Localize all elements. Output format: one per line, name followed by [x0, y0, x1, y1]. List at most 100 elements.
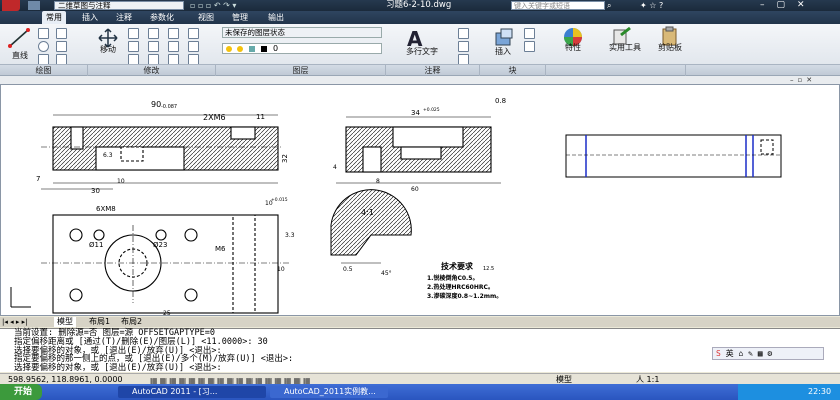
tab-annotate[interactable]: 注释 [112, 11, 136, 24]
ime-bar[interactable]: S 英 ⌂ ✎ ▦ ⚙ [712, 347, 824, 360]
dim-30: 30 [91, 187, 100, 195]
help-icons[interactable]: ✦ ☆ ? [640, 1, 663, 10]
detail-view [330, 189, 412, 264]
dim-6-3: 6.3 [103, 152, 113, 159]
offset-icon[interactable] [188, 41, 199, 52]
autocad-logo-icon[interactable] [2, 0, 20, 11]
dim-11: 11 [256, 113, 265, 121]
status-bar: 598.9562, 118.8961, 0.0000 ▦▦▦▦▦▦▦▦▦▦▦▦▦… [0, 373, 840, 385]
tech-req-1: 1.锐棱倒角C0.5。 [427, 274, 479, 282]
dim-10b-tol: +0.015 [271, 197, 288, 203]
rectangle-icon[interactable] [56, 28, 67, 39]
roughness-0-8: 0.8 [495, 97, 506, 105]
dim-34: 34 [411, 109, 420, 117]
quick-access-toolbar[interactable]: ▫ ▫ ▫ ↶ ↷ ▾ [190, 1, 330, 10]
layer-status-icons [226, 46, 267, 52]
group-draw[interactable]: 绘图 [0, 65, 88, 76]
layout-tabs: |◂ ◂ ▸ ▸| 模型 布局1 布局2 [0, 317, 840, 327]
tab-parametric[interactable]: 参数化 [146, 11, 178, 24]
clipboard-button[interactable]: 剪贴板 [652, 42, 688, 53]
drafting-toggles[interactable]: ▦▦▦▦▦▦▦▦▦▦▦▦▦▦▦▦▦ [150, 375, 360, 385]
dim-2xm6: 2XM6 [203, 113, 226, 122]
circle-icon[interactable] [38, 41, 49, 52]
dim-d11: Ø11 [89, 241, 103, 249]
ime-logo-icon: S [716, 349, 721, 358]
drawing-window-controls[interactable]: –▫✕ [790, 76, 816, 84]
command-line-5: 选择要偏移的对象，或 [退出(E)/放弃(U)] <退出>: [14, 363, 222, 374]
utilities-button[interactable]: 实用工具 [604, 42, 646, 53]
dim-6xm8: 6XM8 [96, 205, 116, 213]
dim-7: 7 [36, 175, 40, 183]
top-view [41, 214, 291, 314]
mirror-icon[interactable] [148, 41, 159, 52]
rotate-icon[interactable] [128, 28, 139, 39]
tab-nav-arrows[interactable]: |◂ ◂ ▸ ▸| [2, 318, 42, 326]
dim-32: 32 [281, 154, 289, 163]
dim-10: 10 [117, 178, 125, 185]
dim-90: 90 [151, 100, 161, 109]
tab-home[interactable]: 常用 [42, 11, 66, 24]
command-window[interactable]: 当前设置: 删除源=否 图层=源 OFFSETGAPTYPE=0 指定偏移距离或… [0, 328, 840, 372]
tab-insert[interactable]: 插入 [78, 11, 102, 24]
insert-button[interactable]: 插入 [488, 46, 518, 57]
dim-3-3: 3.3 [285, 232, 295, 239]
search-icon[interactable]: ⌕ [607, 1, 617, 10]
linear-dim-icon[interactable] [458, 28, 469, 39]
tab-manage[interactable]: 管理 [228, 11, 252, 24]
clock: 22:30 [808, 387, 832, 396]
tech-req-2: 2.热处理HRC60HRC。 [427, 283, 494, 291]
dim-8: 8 [376, 178, 380, 185]
dim-4: 4 [333, 164, 337, 171]
taskbar-item-tutorial[interactable]: AutoCAD_2011实例教... [270, 386, 388, 398]
multiline-text-button[interactable]: 多行文字 [398, 46, 446, 57]
taskbar-item-autocad[interactable]: AutoCAD 2011 - [习... [118, 386, 266, 398]
dim-m6: M6 [215, 245, 226, 253]
properties-button[interactable]: 特性 [558, 42, 588, 53]
polyline-icon[interactable] [38, 28, 49, 39]
line-button[interactable]: 直线 [8, 50, 32, 61]
edit-block-icon[interactable] [524, 41, 535, 52]
start-button[interactable]: 开始 [0, 384, 42, 400]
group-layers[interactable]: 图层 [216, 65, 386, 76]
right-view [565, 134, 782, 178]
dim-0-5: 0.5 [343, 266, 353, 273]
copy-icon[interactable] [128, 41, 139, 52]
title-bar: 二维草图与注释 ▫ ▫ ▫ ↶ ↷ ▾ 习题6-2-10.dwg 键入关键字或短… [0, 0, 840, 11]
create-block-icon[interactable] [524, 28, 535, 39]
tab-view[interactable]: 视图 [194, 11, 218, 24]
fillet-icon[interactable] [168, 41, 179, 52]
tech-req-3: 3.渗碳深度0.8~1.2mm。 [427, 292, 502, 300]
workspace-select[interactable]: 二维草图与注释 [54, 1, 184, 10]
insert-block-icon[interactable] [494, 27, 514, 47]
erase-icon[interactable] [168, 28, 179, 39]
front-view [41, 114, 281, 190]
window-controls[interactable]: –▢✕ [760, 0, 840, 11]
document-title: 习题6-2-10.dwg [386, 0, 452, 10]
side-view [336, 116, 501, 184]
new-file-icon[interactable] [28, 1, 40, 10]
layer-state-select[interactable]: 未保存的图层状态 [222, 27, 382, 38]
tab-model[interactable]: 模型 [54, 317, 76, 327]
ribbon-tabs: 常用 插入 注释 参数化 视图 管理 输出 [0, 11, 840, 24]
tab-output[interactable]: 输出 [264, 11, 288, 24]
line-icon[interactable] [8, 28, 30, 48]
dim-34-tol: +0.025 [423, 107, 440, 113]
drawing-canvas[interactable]: 90 -0.087 2XM6 11 7 30 6.3 10 32 6XM8 10… [0, 84, 840, 317]
search-placeholder: 键入关键字或短语 [514, 2, 570, 10]
search-input[interactable]: 键入关键字或短语 [511, 1, 605, 10]
dim-25: 25 [163, 310, 171, 315]
explode-icon[interactable] [188, 28, 199, 39]
tab-layout2[interactable]: 布局2 [118, 317, 145, 327]
layer-current-label: 0 [273, 44, 279, 53]
group-modify[interactable]: 修改 [88, 65, 216, 76]
cad-drawing: 90 -0.087 2XM6 11 7 30 6.3 10 32 6XM8 10… [10, 97, 782, 317]
move-button[interactable]: 移动 [94, 44, 122, 55]
tab-layout1[interactable]: 布局1 [86, 317, 113, 327]
group-block[interactable]: 块 [480, 65, 546, 76]
leader-icon[interactable] [458, 41, 469, 52]
group-annotation[interactable]: 注释 [386, 65, 480, 76]
system-tray[interactable]: 22:30 [738, 384, 840, 400]
trim-icon[interactable] [148, 28, 159, 39]
hatch-icon[interactable] [56, 41, 67, 52]
roughness-12-5: 12.5 [483, 266, 494, 272]
